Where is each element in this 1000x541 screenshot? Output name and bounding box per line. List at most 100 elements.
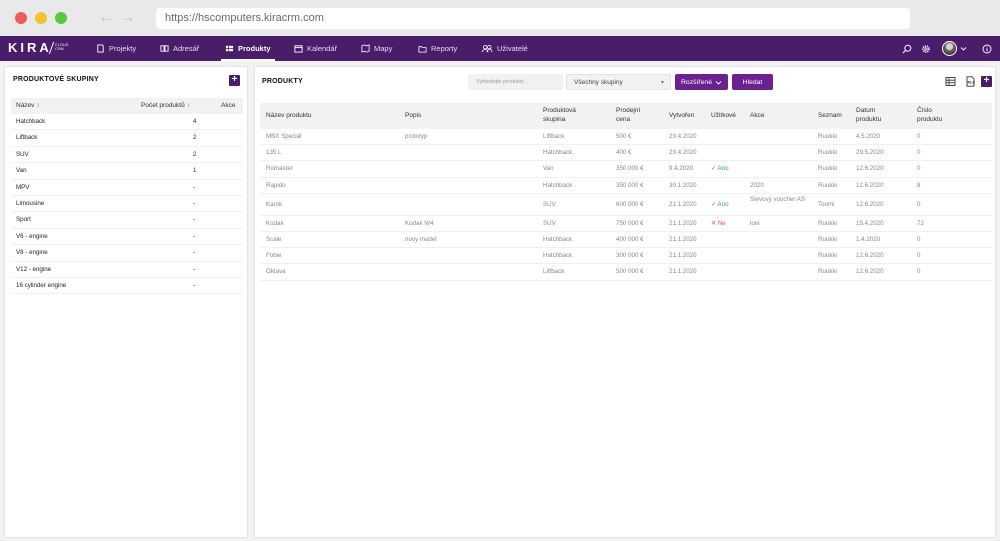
forward-arrow-icon[interactable]: → — [119, 8, 136, 26]
column-header-date[interactable]: Datum produktu — [856, 107, 881, 124]
group-name: SUV — [16, 150, 29, 158]
cell-group: Hatchback — [543, 235, 573, 243]
group-count: - — [193, 199, 196, 207]
search-nav-button[interactable] — [902, 36, 912, 61]
cell-name: Kodak — [266, 219, 284, 227]
group-name: Van — [16, 167, 27, 175]
table-row[interactable]: Sport - — [11, 212, 243, 229]
nav-item-reporty[interactable]: Reporty — [418, 36, 457, 61]
table-row[interactable]: Rapido Hatchback 350 000 € 30.1.2020 2020 Ruu… — [260, 178, 992, 194]
cell-created: 29.4.2020 — [669, 133, 697, 140]
column-header-action[interactable]: Akce — [750, 112, 764, 121]
maximize-window-button[interactable] — [55, 12, 67, 24]
cell-price: 400 000 € — [616, 235, 644, 243]
calendar-icon — [294, 45, 303, 53]
column-header-useful[interactable]: Užitkové — [711, 112, 736, 121]
product-search-input[interactable]: Vyhledejte produkty ... — [468, 74, 563, 90]
add-group-button[interactable]: + — [229, 75, 240, 86]
cell-created: 21.1.2020 — [669, 252, 697, 260]
app-navbar: KIRA CLOUD CRM Projekty Adresář Produkty … — [0, 36, 1000, 61]
user-menu[interactable] — [942, 36, 967, 61]
minimize-window-button[interactable] — [35, 12, 47, 24]
group-count: - — [193, 216, 196, 224]
nav-item-uzivatele[interactable]: Uživatelé — [481, 36, 528, 61]
group-count: 2 — [193, 134, 197, 142]
column-header-count[interactable]: Počet produktů ⇕ — [141, 102, 191, 109]
column-header-desc[interactable]: Popis — [405, 112, 421, 121]
cell-name: MBX Speciál — [266, 133, 302, 140]
cell-list: Ruukki — [818, 149, 837, 157]
column-header-list[interactable]: Seznam — [818, 112, 842, 121]
cell-num: 0 — [917, 268, 921, 276]
nav-item-mapy[interactable]: Mapy — [361, 36, 392, 61]
group-name: Sport — [16, 216, 31, 224]
cell-date: 1.4.2020 — [856, 235, 881, 243]
cell-price: 600 000 € — [616, 200, 644, 208]
table-row[interactable]: Limousine - — [11, 196, 243, 213]
kira-logo[interactable]: KIRA — [8, 41, 52, 55]
users-icon — [482, 44, 493, 53]
settings-button[interactable] — [921, 36, 931, 61]
nav-item-adresar[interactable]: Adresář — [160, 36, 199, 61]
table-row[interactable]: Karok SUV 600 000 € 21.1.2020 ✓ Ano Slevový v… — [260, 194, 992, 216]
nav-item-produkty[interactable]: Produkty — [221, 36, 274, 61]
back-arrow-icon[interactable]: ← — [98, 8, 115, 26]
group-name: V8 - engine — [16, 249, 48, 257]
column-header-created[interactable]: Vytvořen — [669, 112, 694, 121]
table-row[interactable]: Van 1 — [11, 163, 243, 180]
close-window-button[interactable] — [15, 12, 27, 24]
table-view-icon[interactable] — [945, 76, 956, 87]
cell-created: 9.4.2020 — [669, 165, 694, 173]
info-icon — [982, 44, 992, 53]
product-groups-panel: PRODUKTOVÉ SKUPINY + Název ⇕ Počet produ… — [4, 66, 248, 538]
table-row[interactable]: Liftback 2 — [11, 130, 243, 147]
table-row[interactable]: Scale novy model Hatchback 400 000 € 21.1.20… — [260, 232, 992, 249]
cell-group: Van — [543, 165, 554, 173]
table-row[interactable]: Romaster Van 350 000 € 9.4.2020 ✓ Ano Ruukki 1… — [260, 161, 992, 178]
cell-useful: ✕ Ne — [711, 219, 726, 227]
cell-date: 15.4.2020 — [856, 219, 884, 227]
cell-group: SUV — [543, 200, 556, 208]
column-header-number[interactable]: Číslo produktu — [917, 107, 942, 124]
table-row[interactable]: 16 cylinder engine - — [11, 278, 243, 295]
column-header-name[interactable]: Název ⇕ — [16, 102, 40, 109]
svg-text:XLS: XLS — [967, 81, 975, 85]
cell-num: 0 — [917, 165, 921, 173]
add-product-button[interactable]: + — [981, 76, 992, 87]
gear-icon — [922, 44, 930, 53]
export-xls-icon[interactable]: XLS — [965, 76, 976, 87]
table-row[interactable]: 135 L Hatchback 400 € 29.4.2020 Ruukki 29.5.2… — [260, 145, 992, 162]
table-row[interactable]: Fobie Hatchback 300 000 € 21.1.2020 Ruukki 12… — [260, 248, 992, 265]
table-row[interactable]: V12 - engine - — [11, 262, 243, 278]
group-name: Liftback — [16, 134, 38, 142]
chevron-down-icon — [715, 80, 722, 85]
column-header-price[interactable]: Prodejní cena — [616, 107, 640, 124]
url-bar[interactable]: https://hscomputers.kiracrm.com — [156, 8, 910, 29]
column-header-action: Akce — [221, 102, 236, 109]
table-row[interactable]: Hatchback 4 — [11, 114, 243, 131]
table-row[interactable]: Kodak Kodak W4 SUV 750 000 € 21.1.2020 ✕ Ne lo… — [260, 216, 992, 232]
nav-item-projekty[interactable]: Projekty — [96, 36, 136, 61]
cell-price: 400 € — [616, 149, 632, 157]
search-button[interactable]: Hledat — [732, 74, 773, 90]
table-row[interactable]: V6 - engine - — [11, 229, 243, 246]
column-header-name[interactable]: Název produktu — [266, 112, 312, 121]
cell-created: 30.1.2020 — [669, 181, 697, 189]
avatar[interactable] — [942, 41, 957, 56]
table-row[interactable]: SUV 2 — [11, 147, 243, 164]
column-header-group[interactable]: Produktová skupina — [543, 107, 576, 124]
group-name: V6 - engine — [16, 232, 48, 240]
table-row[interactable]: Oktava Liftback 500 000 € 21.1.2020 Ruukki 12… — [260, 264, 992, 281]
cell-price: 350 000 € — [616, 181, 644, 189]
groups-table-header: Název ⇕ Počet produktů ⇕ Akce — [11, 98, 243, 114]
cell-group: SUV — [543, 219, 556, 227]
table-row[interactable]: V8 - engine - — [11, 245, 243, 262]
cell-price: 500 € — [616, 133, 632, 140]
table-row[interactable]: MBX Speciál prototyp Liftback 500 € 29.4.202… — [260, 129, 992, 146]
info-button[interactable] — [982, 36, 992, 61]
nav-item-kalendar[interactable]: Kalendář — [294, 36, 337, 61]
advanced-filter-button[interactable]: Rozšířené — [675, 74, 728, 90]
projects-icon — [97, 44, 104, 53]
group-select[interactable]: Všechny skupiny ▾ — [566, 74, 671, 90]
table-row[interactable]: MPV - — [11, 180, 243, 196]
